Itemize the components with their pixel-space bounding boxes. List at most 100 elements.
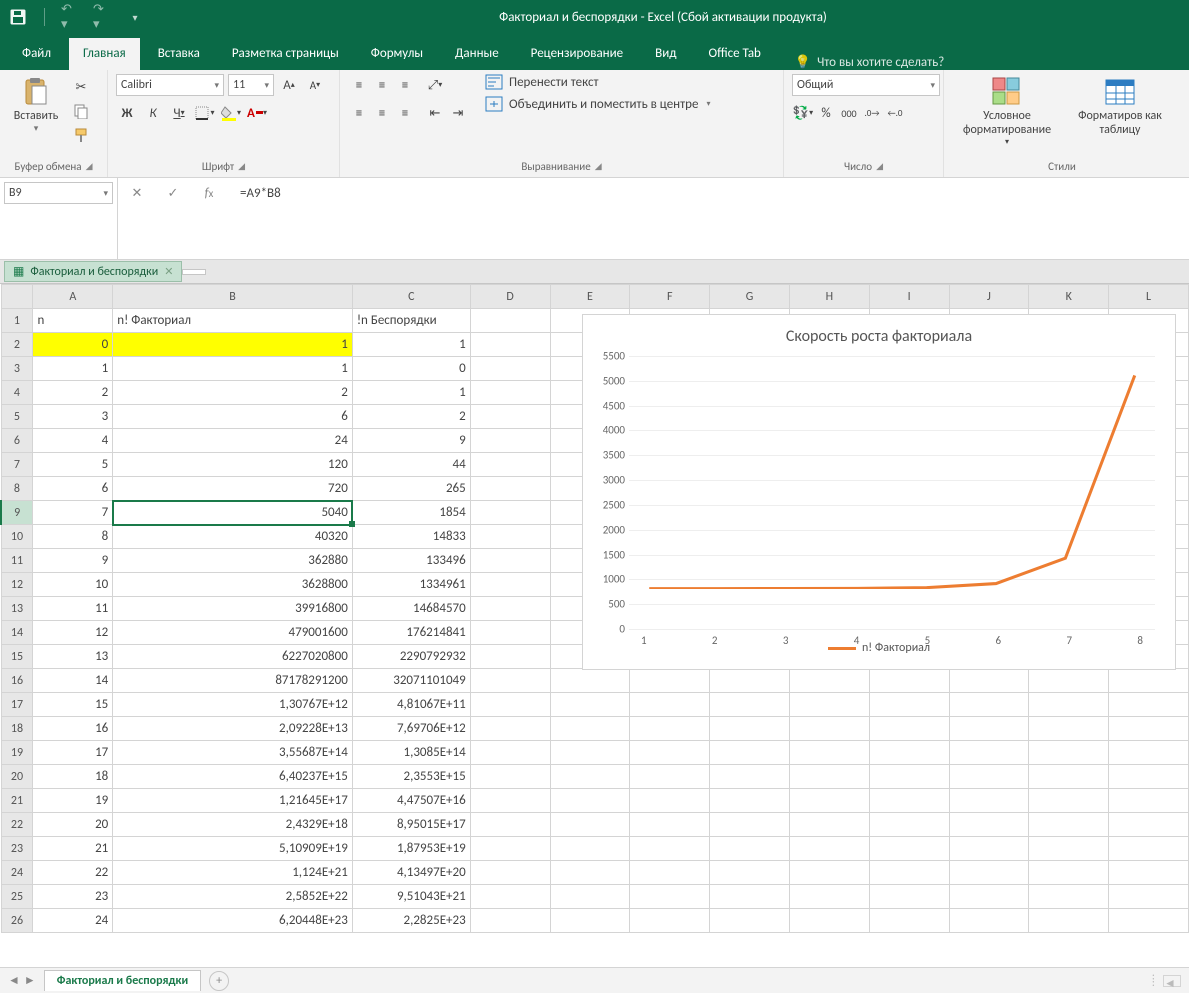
tab-data[interactable]: Данные <box>441 38 513 70</box>
row-header[interactable]: 9 <box>1 501 33 525</box>
row-header[interactable]: 13 <box>1 597 33 621</box>
cell[interactable] <box>949 909 1029 933</box>
cell[interactable] <box>1029 693 1109 717</box>
cell[interactable] <box>949 789 1029 813</box>
cell[interactable] <box>470 309 550 333</box>
italic-button[interactable]: К <box>142 102 164 124</box>
cell[interactable] <box>710 741 790 765</box>
cell[interactable] <box>1109 717 1189 741</box>
row-header[interactable]: 1 <box>1 309 33 333</box>
row-header[interactable]: 15 <box>1 645 33 669</box>
row-header[interactable]: 3 <box>1 357 33 381</box>
column-header[interactable]: D <box>470 285 550 309</box>
row-header[interactable]: 2 <box>1 333 33 357</box>
cell[interactable] <box>949 813 1029 837</box>
cell[interactable] <box>869 741 949 765</box>
cell[interactable] <box>1029 717 1109 741</box>
cell[interactable] <box>1109 861 1189 885</box>
workbook-tab[interactable]: ▦ Факториал и беспорядки ✕ <box>4 261 182 282</box>
cell[interactable] <box>869 861 949 885</box>
row-header[interactable]: 6 <box>1 429 33 453</box>
cell[interactable] <box>470 693 550 717</box>
save-icon[interactable] <box>8 7 28 27</box>
embedded-chart[interactable]: Скорость роста факториала 05001000150020… <box>582 314 1176 670</box>
cell[interactable] <box>869 789 949 813</box>
cell[interactable] <box>470 573 550 597</box>
cell[interactable] <box>470 909 550 933</box>
cell[interactable] <box>869 765 949 789</box>
cell[interactable] <box>1109 885 1189 909</box>
sheet-tab[interactable]: Факториал и беспорядки <box>44 970 201 991</box>
cell[interactable]: 32071101049 <box>352 669 470 693</box>
cell[interactable] <box>630 861 710 885</box>
row-header[interactable]: 18 <box>1 717 33 741</box>
cell[interactable] <box>949 861 1029 885</box>
cell[interactable] <box>869 717 949 741</box>
cell[interactable] <box>470 765 550 789</box>
increase-indent-icon[interactable]: ⇥ <box>447 102 469 124</box>
cancel-formula-icon[interactable]: ✕ <box>124 182 150 204</box>
cell[interactable]: 40320 <box>113 525 353 549</box>
cell[interactable] <box>789 693 869 717</box>
cell[interactable] <box>630 789 710 813</box>
cell[interactable] <box>550 717 630 741</box>
row-header[interactable]: 14 <box>1 621 33 645</box>
row-header[interactable]: 21 <box>1 789 33 813</box>
percent-format-icon[interactable]: % <box>815 102 837 124</box>
cell[interactable]: 1 <box>352 381 470 405</box>
cell[interactable] <box>949 837 1029 861</box>
cut-icon[interactable]: ✂ <box>70 76 92 98</box>
cell[interactable]: 5 <box>33 453 113 477</box>
cell[interactable]: 2290792932 <box>352 645 470 669</box>
cell[interactable]: 15 <box>33 693 113 717</box>
cell[interactable]: 17 <box>33 741 113 765</box>
select-all-corner[interactable] <box>1 285 33 309</box>
cell[interactable]: 20 <box>33 813 113 837</box>
format-as-table-button[interactable]: Форматиров как таблицу <box>1068 74 1172 138</box>
cell[interactable] <box>1029 765 1109 789</box>
cell[interactable]: 3 <box>33 405 113 429</box>
cell[interactable] <box>550 693 630 717</box>
cell[interactable] <box>949 885 1029 909</box>
align-top-icon[interactable]: ≡ <box>348 74 370 96</box>
row-header[interactable]: 24 <box>1 861 33 885</box>
cell[interactable]: 2,4329E+18 <box>113 813 353 837</box>
cell[interactable] <box>710 669 790 693</box>
column-header[interactable]: E <box>550 285 630 309</box>
accept-formula-icon[interactable]: ✓ <box>160 182 186 204</box>
cell[interactable] <box>789 909 869 933</box>
row-header[interactable]: 12 <box>1 573 33 597</box>
align-middle-icon[interactable]: ≡ <box>371 74 393 96</box>
column-header[interactable]: G <box>710 285 790 309</box>
cell[interactable] <box>1109 669 1189 693</box>
cell[interactable] <box>470 357 550 381</box>
cell[interactable] <box>789 741 869 765</box>
row-header[interactable]: 5 <box>1 405 33 429</box>
sheet-nav-prev-icon[interactable]: ◄ <box>8 973 20 988</box>
cell[interactable] <box>869 813 949 837</box>
align-left-icon[interactable]: ≡ <box>348 102 370 124</box>
cell[interactable]: 6,40237E+15 <box>113 765 353 789</box>
orientation-icon[interactable]: ⤢ ▾ <box>424 74 446 96</box>
cell[interactable] <box>470 789 550 813</box>
cell[interactable] <box>470 525 550 549</box>
column-header[interactable]: L <box>1109 285 1189 309</box>
cell[interactable]: 4,13497E+20 <box>352 861 470 885</box>
cell[interactable]: 14833 <box>352 525 470 549</box>
cell[interactable] <box>710 717 790 741</box>
cell[interactable] <box>1029 741 1109 765</box>
cell[interactable] <box>869 837 949 861</box>
cell[interactable]: 1,124E+21 <box>113 861 353 885</box>
cell[interactable] <box>470 861 550 885</box>
cell[interactable] <box>470 429 550 453</box>
cell[interactable]: 16 <box>33 717 113 741</box>
name-box[interactable]: B9▾ <box>4 182 113 204</box>
cell[interactable]: 9 <box>33 549 113 573</box>
cell[interactable] <box>470 645 550 669</box>
cell[interactable]: 19 <box>33 789 113 813</box>
cell[interactable]: 6,20448E+23 <box>113 909 353 933</box>
cell[interactable] <box>470 501 550 525</box>
dialog-launcher-icon[interactable]: ◢ <box>876 161 883 172</box>
cell[interactable] <box>789 861 869 885</box>
cell[interactable]: 1,87953E+19 <box>352 837 470 861</box>
